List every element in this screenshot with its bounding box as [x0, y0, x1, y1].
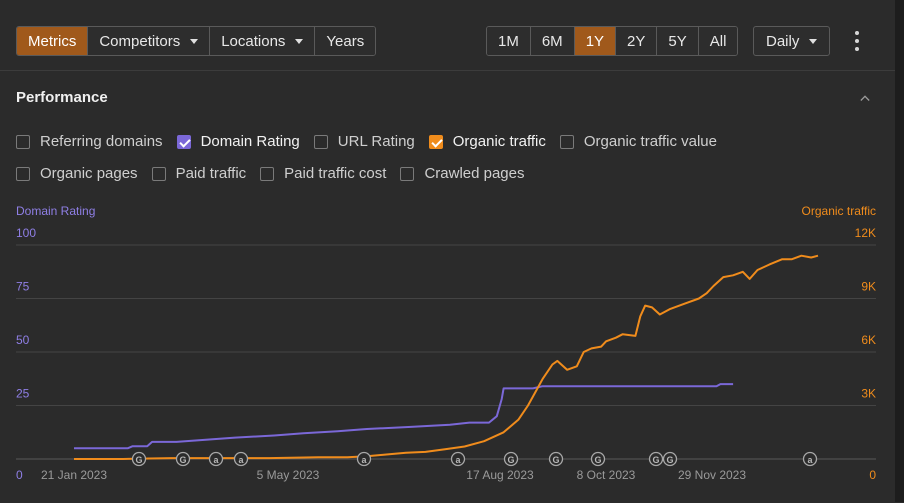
left-axis-ticks: 0 25 50 75 100 — [16, 226, 36, 482]
series-line — [74, 254, 819, 460]
tab-competitors-label: Competitors — [99, 32, 181, 50]
chevron-down-icon — [809, 38, 818, 44]
chevron-down-icon — [295, 38, 304, 44]
google-update-marker[interactable]: G — [503, 451, 519, 467]
chevron-down-icon — [190, 38, 199, 44]
view-tabs: Metrics Competitors Locations Years — [16, 26, 377, 56]
tab-metrics-label: Metrics — [28, 32, 77, 50]
range-1y[interactable]: 1Y — [574, 27, 617, 55]
x-tick-label: 5 May 2023 — [257, 468, 320, 482]
left-tick-label: 100 — [16, 226, 36, 240]
right-tick-label: 12K — [855, 226, 876, 240]
google-update-marker[interactable]: G — [131, 451, 147, 467]
marker-label: G — [135, 455, 142, 465]
range-tabs: 1M 6M 1Y 2Y 5Y All — [486, 26, 739, 56]
marker-label: G — [652, 455, 659, 465]
tab-years-label: Years — [326, 32, 365, 50]
right-tick-label: 3K — [861, 387, 876, 401]
left-tick-label: 50 — [16, 333, 30, 347]
x-tick-label: 21 Jan 2023 — [41, 468, 107, 482]
marker-label: G — [666, 455, 673, 465]
marker-label: G — [507, 455, 514, 465]
scrollbar-gutter — [895, 0, 904, 502]
google-update-marker[interactable]: G — [662, 451, 678, 467]
google-update-marker[interactable]: G — [548, 451, 564, 467]
left-tick-label: 25 — [16, 387, 30, 401]
interval-dropdown[interactable]: Daily — [753, 26, 831, 56]
annotation-marker[interactable]: a — [356, 451, 372, 467]
tab-competitors[interactable]: Competitors — [88, 27, 211, 55]
x-tick-label: 29 Nov 2023 — [678, 468, 746, 482]
marker-label: G — [594, 455, 601, 465]
annotation-marker[interactable]: a — [450, 451, 466, 467]
annotation-marker[interactable]: a — [233, 451, 249, 467]
google-update-marker[interactable]: G — [590, 451, 606, 467]
left-tick-label: 75 — [16, 280, 30, 294]
right-axis-ticks: 0 3K 6K 9K 12K — [855, 226, 877, 482]
series-line — [74, 383, 734, 450]
performance-panel: Performance Referring domains Domain Rat… — [0, 70, 895, 503]
google-update-marker[interactable]: G — [648, 451, 664, 467]
annotation-marker[interactable]: a — [208, 451, 224, 467]
range-1m[interactable]: 1M — [487, 27, 531, 55]
right-tick-label: 6K — [861, 333, 876, 347]
range-5y[interactable]: 5Y — [657, 27, 699, 55]
x-tick-label: 17 Aug 2023 — [466, 468, 534, 482]
tab-locations-label: Locations — [221, 32, 286, 50]
tab-locations[interactable]: Locations — [210, 27, 316, 55]
tab-years[interactable]: Years — [315, 27, 376, 55]
more-options-icon[interactable] — [852, 31, 862, 51]
right-tick-label: 9K — [861, 280, 876, 294]
series-lines — [74, 254, 819, 460]
x-axis-ticks: 21 Jan 2023 5 May 2023 17 Aug 2023 8 Oct 20… — [41, 468, 746, 482]
left-tick-label: 0 — [16, 468, 23, 482]
x-tick-label: 8 Oct 2023 — [577, 468, 636, 482]
marker-label: G — [552, 455, 559, 465]
performance-chart: 0 25 50 75 100 0 3K 6K 9K 12K 21 Jan 2023 5 May 2… — [16, 226, 877, 482]
marker-label: G — [179, 455, 186, 465]
interval-label: Daily — [766, 32, 800, 50]
range-all[interactable]: All — [698, 27, 738, 55]
toolbar: Metrics Competitors Locations Years 1M 6… — [0, 0, 895, 70]
range-6m[interactable]: 6M — [530, 27, 575, 55]
range-2y[interactable]: 2Y — [616, 27, 658, 55]
tab-metrics[interactable]: Metrics — [17, 27, 89, 55]
right-tick-label: 0 — [869, 468, 876, 482]
annotation-marker[interactable]: a — [802, 451, 818, 467]
google-update-marker[interactable]: G — [175, 451, 191, 467]
